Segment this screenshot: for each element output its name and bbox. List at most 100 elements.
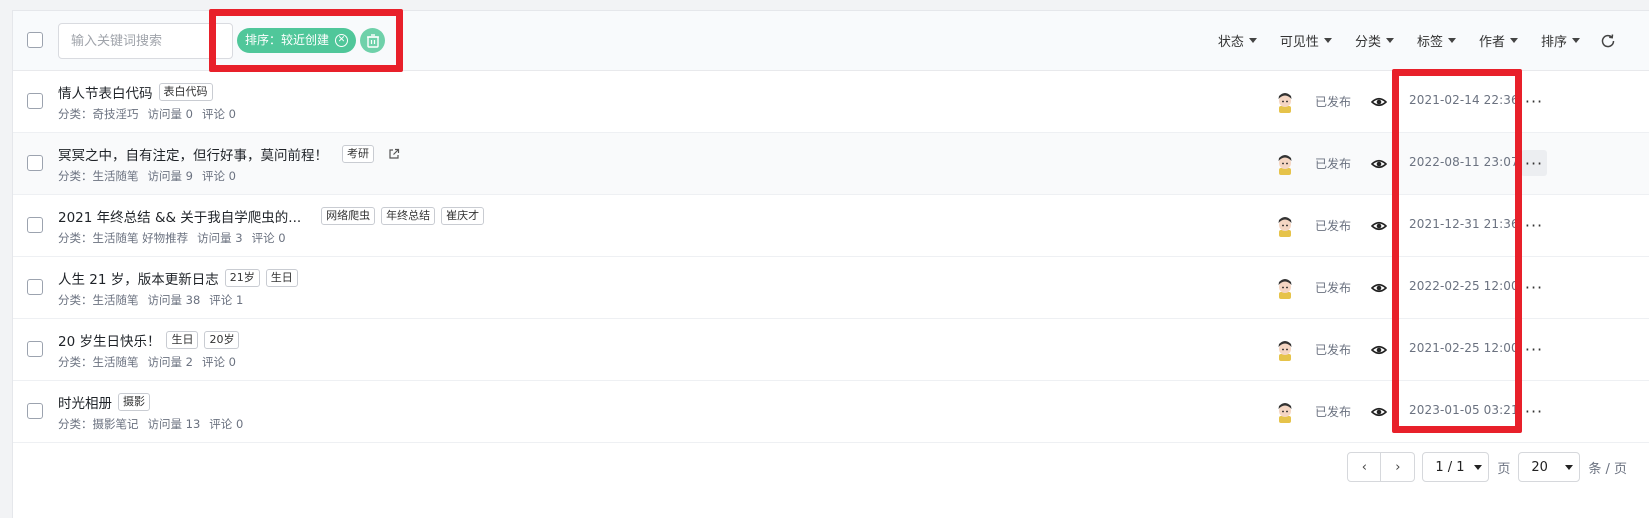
category-link[interactable]: 生活随笔 xyxy=(93,355,139,369)
more-actions-button[interactable]: ··· xyxy=(1521,150,1547,176)
post-title[interactable]: 冥冥之中，自有注定，但行好事，莫问前程！ xyxy=(58,144,328,164)
filter-category[interactable]: 分类 xyxy=(1355,31,1394,50)
author-avatar-icon[interactable] xyxy=(1275,153,1295,175)
pagination: ‹ › 1 / 1 页 20 条 / 页 xyxy=(1347,452,1627,482)
post-meta: 分类：摄影笔记 访问量 13 评论 0 xyxy=(58,416,243,432)
post-tag[interactable]: 年终总结 xyxy=(381,207,436,225)
category-info: 分类：生活随笔 xyxy=(58,293,139,307)
post-tag[interactable]: 网络爬虫 xyxy=(321,207,376,225)
post-tag[interactable]: 生日 xyxy=(166,331,199,349)
page-size-label: 条 / 页 xyxy=(1588,461,1627,477)
post-title-line: 时光相册 摄影 xyxy=(58,392,150,412)
external-link-icon[interactable] xyxy=(388,148,400,160)
eye-icon[interactable] xyxy=(1371,404,1387,420)
category-link[interactable]: 生活随笔 好物推荐 xyxy=(93,231,189,245)
post-meta: 分类：奇技淫巧 访问量 0 评论 0 xyxy=(58,106,236,122)
post-tag[interactable]: 考研 xyxy=(342,145,374,163)
category-info: 分类：摄影笔记 xyxy=(58,417,139,431)
view-count: 访问量 9 xyxy=(147,169,193,183)
eye-icon[interactable] xyxy=(1371,280,1387,296)
caret-down-icon xyxy=(1572,38,1580,43)
comment-count: 评论 0 xyxy=(251,231,286,245)
post-title-line: 冥冥之中，自有注定，但行好事，莫问前程！ 考研 xyxy=(58,144,400,164)
more-actions-button[interactable]: ··· xyxy=(1521,88,1547,114)
filter-sort[interactable]: 排序 xyxy=(1541,31,1580,50)
post-title-line: 2021 年终总结 && 关于我自学爬虫的... 网络爬虫 年终总结 崔庆才 xyxy=(58,206,485,226)
prev-page-button[interactable]: ‹ xyxy=(1347,452,1382,482)
author-avatar-icon[interactable] xyxy=(1275,339,1295,361)
refresh-icon[interactable] xyxy=(1600,33,1616,49)
more-actions-button[interactable]: ··· xyxy=(1521,398,1547,424)
post-tag[interactable]: 20岁 xyxy=(204,331,240,349)
post-title[interactable]: 20 岁生日快乐！ xyxy=(58,330,160,350)
post-tag[interactable]: 摄影 xyxy=(118,393,150,411)
author-avatar-icon[interactable] xyxy=(1275,215,1295,237)
post-title[interactable]: 人生 21 岁，版本更新日志 xyxy=(58,268,219,288)
caret-down-icon xyxy=(1323,38,1332,43)
author-avatar-icon[interactable] xyxy=(1275,277,1295,299)
category-link[interactable]: 奇技淫巧 xyxy=(93,107,139,121)
row-checkbox[interactable] xyxy=(27,279,43,295)
category-info: 分类：生活随笔 xyxy=(58,355,139,369)
view-count: 访问量 2 xyxy=(147,355,193,369)
post-tag[interactable]: 生日 xyxy=(265,269,298,287)
search-input[interactable] xyxy=(58,23,233,59)
comment-count: 评论 0 xyxy=(201,355,236,369)
status-text: 已发布 xyxy=(1315,343,1352,357)
filter-status[interactable]: 状态 xyxy=(1218,31,1257,50)
page-select[interactable]: 1 / 1 xyxy=(1422,452,1490,482)
post-tag[interactable]: 21岁 xyxy=(224,269,260,287)
post-meta: 分类：生活随笔 好物推荐 访问量 3 评论 0 xyxy=(58,230,286,246)
status-text: 已发布 xyxy=(1315,157,1352,171)
author-avatar-icon[interactable] xyxy=(1275,401,1295,423)
next-page-button[interactable]: › xyxy=(1381,452,1416,482)
category-link[interactable]: 生活随笔 xyxy=(93,293,139,307)
post-tag[interactable]: 表白代码 xyxy=(158,83,213,101)
caret-down-icon xyxy=(1447,38,1456,43)
highlight-box-sort-chip xyxy=(209,9,403,72)
more-actions-button[interactable]: ··· xyxy=(1521,336,1547,362)
more-actions-button[interactable]: ··· xyxy=(1521,274,1547,300)
caret-down-icon xyxy=(1509,38,1518,43)
post-title[interactable]: 2021 年终总结 && 关于我自学爬虫的... xyxy=(58,206,301,226)
row-checkbox[interactable] xyxy=(27,403,43,419)
caret-down-icon xyxy=(1248,38,1257,43)
ellipsis-icon: ··· xyxy=(1524,91,1544,111)
page-size-select[interactable]: 20 xyxy=(1518,452,1581,482)
eye-icon[interactable] xyxy=(1371,156,1387,172)
caret-down-icon xyxy=(1385,38,1394,43)
category-link[interactable]: 生活随笔 xyxy=(93,169,139,183)
chevron-left-icon: ‹ xyxy=(1361,459,1367,475)
status-text: 已发布 xyxy=(1315,95,1352,109)
filter-visibility[interactable]: 可见性 xyxy=(1280,31,1332,50)
filter-author[interactable]: 作者 xyxy=(1479,31,1518,50)
category-info: 分类：生活随笔 xyxy=(58,169,139,183)
more-actions-button[interactable]: ··· xyxy=(1521,212,1547,238)
ellipsis-icon: ··· xyxy=(1524,153,1544,173)
eye-icon[interactable] xyxy=(1371,94,1387,110)
status-text: 已发布 xyxy=(1315,219,1352,233)
row-checkbox[interactable] xyxy=(27,217,43,233)
ellipsis-icon: ··· xyxy=(1524,215,1544,235)
chevron-down-icon xyxy=(1474,464,1483,470)
category-link[interactable]: 摄影笔记 xyxy=(93,417,139,431)
post-title[interactable]: 时光相册 xyxy=(58,392,112,412)
eye-icon[interactable] xyxy=(1371,342,1387,358)
status-text: 已发布 xyxy=(1315,405,1352,419)
comment-count: 评论 0 xyxy=(209,417,244,431)
row-checkbox[interactable] xyxy=(27,93,43,109)
post-title[interactable]: 情人节表白代码 xyxy=(58,82,153,102)
row-checkbox[interactable] xyxy=(27,341,43,357)
post-meta: 分类：生活随笔 访问量 38 评论 1 xyxy=(58,292,243,308)
eye-icon[interactable] xyxy=(1371,218,1387,234)
post-tag[interactable]: 崔庆才 xyxy=(441,207,485,225)
chevron-right-icon: › xyxy=(1395,459,1401,475)
comment-count: 评论 0 xyxy=(201,107,236,121)
filter-tag[interactable]: 标签 xyxy=(1417,31,1456,50)
view-count: 访问量 3 xyxy=(197,231,243,245)
select-all-checkbox[interactable] xyxy=(27,32,43,48)
row-checkbox[interactable] xyxy=(27,155,43,171)
author-avatar-icon[interactable] xyxy=(1275,91,1295,113)
page-label: 页 xyxy=(1497,461,1511,477)
ellipsis-icon: ··· xyxy=(1524,401,1544,421)
